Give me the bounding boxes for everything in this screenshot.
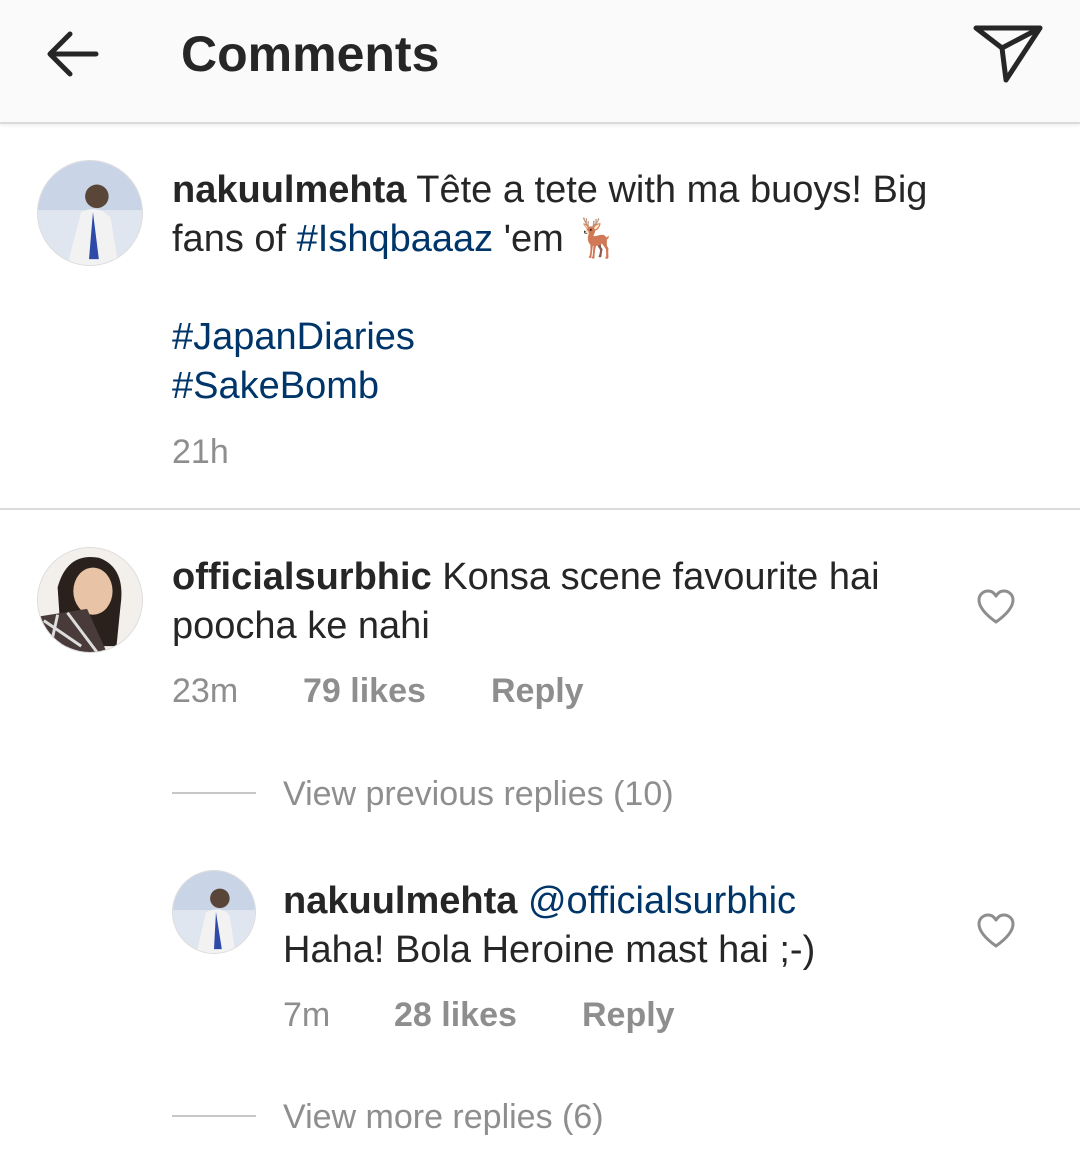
reply-line-1: nakuulmehta @officialsurbhic bbox=[283, 877, 796, 925]
arrow-left-icon[interactable] bbox=[40, 22, 104, 86]
top-bar: Comments bbox=[0, 0, 1080, 124]
hashtag-link[interactable]: #JapanDiaries bbox=[172, 313, 415, 361]
avatar[interactable] bbox=[172, 870, 256, 954]
reply-button[interactable]: Reply bbox=[582, 995, 675, 1035]
caption-username[interactable]: nakuulmehta bbox=[172, 169, 406, 211]
divider bbox=[0, 508, 1080, 510]
comment-timestamp: 23m bbox=[172, 672, 239, 710]
hashtag-link[interactable]: #Ishqbaaaz bbox=[297, 218, 494, 260]
divider bbox=[172, 792, 256, 794]
caption-timestamp: 21h bbox=[172, 433, 229, 471]
caption-line-1: nakuulmehta Tête a tete with ma buoys! B… bbox=[172, 166, 927, 214]
deer-emoji: 🦌 bbox=[574, 218, 622, 260]
view-previous-replies-button[interactable]: View previous replies (10) bbox=[283, 774, 674, 814]
reply-username[interactable]: nakuulmehta bbox=[283, 880, 517, 922]
avatar[interactable] bbox=[37, 547, 143, 653]
hashtag-link[interactable]: #SakeBomb bbox=[172, 362, 379, 410]
comment-text: poocha ke nahi bbox=[172, 605, 430, 647]
likes-count[interactable]: 79 likes bbox=[303, 671, 426, 711]
caption-text-suffix: 'em bbox=[493, 218, 575, 260]
caption-text: Tête a tete with ma buoys! Big bbox=[406, 169, 928, 211]
paper-plane-icon[interactable] bbox=[968, 18, 1048, 88]
comment-text: Konsa scene favourite hai bbox=[431, 556, 880, 598]
likes-count[interactable]: 28 likes bbox=[394, 995, 517, 1035]
caption-line-2: fans of #Ishqbaaaz 'em 🦌 bbox=[172, 215, 622, 263]
caption-text-prefix: fans of bbox=[172, 218, 297, 260]
divider bbox=[172, 1115, 256, 1117]
view-more-replies-button[interactable]: View more replies (6) bbox=[283, 1097, 604, 1137]
mention-link[interactable]: @officialsurbhic bbox=[517, 880, 796, 922]
avatar[interactable] bbox=[37, 160, 143, 266]
reply-timestamp: 7m bbox=[283, 996, 331, 1034]
page-title: Comments bbox=[181, 26, 440, 82]
comment-username[interactable]: officialsurbhic bbox=[172, 556, 432, 598]
comment-line-1: officialsurbhic Konsa scene favourite ha… bbox=[172, 553, 880, 601]
heart-outline-icon[interactable] bbox=[976, 588, 1016, 626]
heart-outline-icon[interactable] bbox=[976, 912, 1016, 950]
reply-text: Haha! Bola Heroine mast hai ;-) bbox=[283, 929, 816, 971]
reply-button[interactable]: Reply bbox=[491, 671, 584, 711]
